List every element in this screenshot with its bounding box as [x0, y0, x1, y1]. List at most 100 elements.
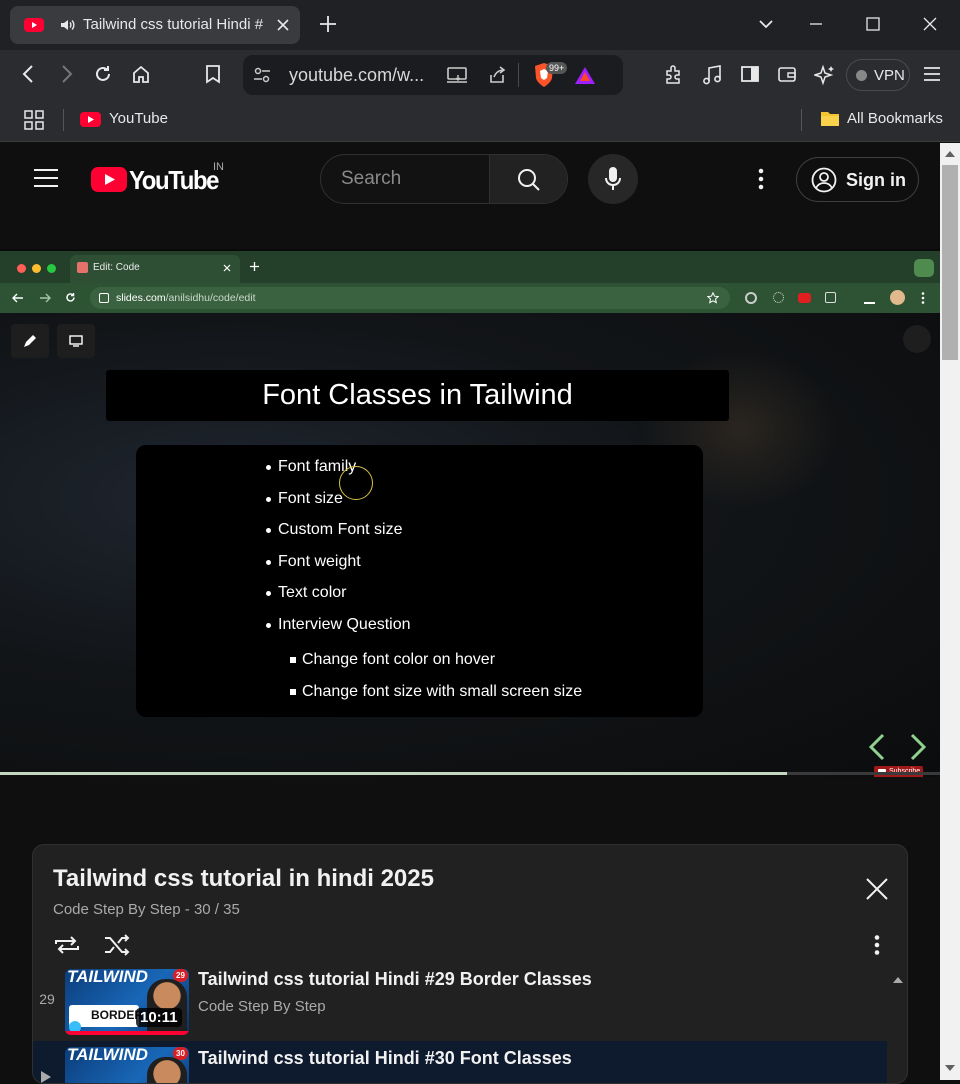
bookmarks-bar: YouTube All Bookmarks — [0, 100, 960, 142]
youtube-logo[interactable]: YouTube — [91, 165, 219, 195]
video-profile-icon — [890, 290, 905, 305]
bookmarks-divider — [63, 109, 64, 131]
playlist-title[interactable]: Tailwind css tutorial in hindi 2025 — [53, 865, 434, 893]
more-options-icon[interactable] — [758, 168, 764, 190]
playlist-item-index: 29 — [39, 991, 55, 1007]
video-progress-played[interactable] — [0, 772, 787, 775]
menu-icon[interactable] — [922, 64, 942, 84]
region-badge: IN — [213, 161, 224, 173]
vpn-button[interactable]: VPN — [846, 59, 910, 91]
youtube-favicon-icon — [24, 18, 44, 32]
close-playlist-icon[interactable] — [866, 878, 888, 900]
video-tab-dropdown-icon — [914, 259, 934, 277]
scroll-up-arrow-icon[interactable] — [945, 150, 955, 157]
video-reload-icon — [66, 293, 75, 302]
traffic-light-minimize — [32, 264, 41, 273]
sidebar-icon[interactable] — [740, 64, 760, 84]
share-icon[interactable] — [487, 65, 507, 85]
close-tab-icon[interactable] — [276, 18, 290, 32]
playlist-video-title[interactable]: Tailwind css tutorial Hindi #29 Border C… — [198, 969, 592, 990]
video-thumbnail[interactable]: TAILWIND 30 — [65, 1047, 189, 1083]
back-icon[interactable] — [20, 64, 38, 84]
slides-favicon-icon — [77, 262, 88, 273]
video-duration: 10:11 — [136, 1008, 182, 1027]
maximize-icon[interactable] — [865, 16, 881, 32]
music-icon[interactable] — [702, 64, 722, 86]
playlist-video-channel[interactable]: Code Step By Step — [198, 998, 326, 1015]
brave-rewards-icon[interactable] — [574, 66, 596, 85]
tab-search-chevron-icon[interactable] — [758, 16, 774, 32]
apps-grid-icon[interactable] — [24, 110, 44, 130]
voice-search-button[interactable] — [588, 154, 638, 204]
shuffle-icon[interactable] — [103, 933, 131, 957]
playlist-item-current[interactable]: TAILWIND 30 Tailwind css tutorial Hindi … — [33, 1041, 887, 1083]
extensions-icon[interactable] — [663, 64, 685, 86]
playlist-video-title[interactable]: Tailwind css tutorial Hindi #30 Font Cla… — [198, 1048, 572, 1069]
cursor-highlight — [339, 466, 373, 500]
close-window-icon[interactable] — [922, 16, 938, 32]
sign-in-label: Sign in — [846, 170, 906, 190]
bookmark-youtube-label[interactable]: YouTube — [109, 110, 168, 127]
video-star-icon — [707, 292, 719, 304]
account-icon — [811, 167, 837, 193]
hamburger-menu-icon[interactable] — [34, 168, 58, 188]
collaborators-icon — [903, 325, 931, 353]
cast-icon[interactable] — [446, 66, 468, 84]
video-progress-remaining[interactable] — [787, 772, 940, 775]
video-browser-address-bar: slides.com/anilsidhu/code/edit — [90, 287, 730, 309]
forward-icon[interactable] — [57, 64, 75, 84]
playlist-position: 30 / 35 — [193, 901, 240, 918]
omnibox-divider — [518, 63, 519, 87]
pencil-icon — [24, 335, 36, 347]
video-browser-urlbar: slides.com/anilsidhu/code/edit — [0, 283, 940, 313]
slide-prev-icon — [868, 733, 885, 761]
all-bookmarks-label[interactable]: All Bookmarks — [847, 110, 943, 127]
address-bar[interactable]: youtube.com/w... 99+ — [243, 55, 623, 95]
bookmarks-divider-right — [801, 109, 802, 131]
page-scrollbar[interactable] — [940, 143, 960, 1080]
youtube-logo-icon — [91, 167, 127, 192]
site-settings-icon[interactable] — [253, 66, 271, 84]
thumbnail-text: TAILWIND — [67, 969, 148, 986]
playlist-subtitle: Code Step By Step - 30 / 35 — [53, 901, 240, 918]
scroll-down-arrow-icon[interactable] — [945, 1065, 955, 1072]
wallet-icon[interactable] — [777, 64, 797, 84]
folder-icon[interactable] — [820, 110, 840, 127]
video-url-path: /anilsidhu/code/edit — [165, 292, 256, 304]
traffic-light-close — [17, 264, 26, 273]
video-ext-icon-3 — [798, 293, 811, 303]
speaker-icon[interactable] — [60, 18, 76, 32]
scrollbar-thumb[interactable] — [942, 165, 958, 360]
search-box — [320, 154, 568, 204]
sign-in-button[interactable]: Sign in — [796, 157, 919, 202]
leo-ai-icon[interactable] — [814, 64, 836, 86]
search-button[interactable] — [489, 155, 567, 203]
playlist-more-icon[interactable] — [874, 935, 880, 955]
reload-icon[interactable] — [93, 64, 113, 84]
video-browser-tab: Edit: Code — [70, 255, 240, 283]
video-ext-icon-1 — [745, 292, 757, 304]
search-input[interactable] — [321, 155, 489, 203]
slides-present-button — [57, 324, 95, 358]
new-tab-icon[interactable] — [318, 14, 338, 34]
video-menu-icon — [921, 292, 925, 304]
home-icon[interactable] — [131, 64, 151, 84]
slide-next-icon — [910, 733, 927, 761]
slide-bullet: Text color — [265, 584, 347, 601]
monitor-icon — [69, 335, 83, 347]
video-ext-icon-4 — [825, 292, 836, 303]
youtube-header: YouTube IN Sign in — [0, 143, 940, 215]
slide-bullet: Interview Question — [266, 616, 411, 633]
playlist-channel[interactable]: Code Step By Step — [53, 901, 181, 918]
playlist-panel: Tailwind css tutorial in hindi 2025 Code… — [32, 844, 908, 1084]
slide-bullet: Font size — [266, 490, 343, 507]
minimize-icon[interactable] — [808, 16, 824, 32]
browser-tab[interactable]: Tailwind css tutorial Hindi #3 — [10, 6, 300, 44]
slide-bullet: Font weight — [266, 553, 361, 570]
bookmark-icon[interactable] — [204, 64, 222, 84]
video-player[interactable]: Edit: Code slides.com/anilsidhu/code/edi… — [0, 249, 940, 777]
vpn-status-icon — [856, 70, 867, 81]
playlist-item[interactable]: 29 TAILWIND 29 BORDER 10:11 Tailwind css… — [33, 969, 907, 1041]
slide-bullet: Custom Font size — [265, 521, 403, 538]
loop-icon[interactable] — [53, 933, 81, 957]
